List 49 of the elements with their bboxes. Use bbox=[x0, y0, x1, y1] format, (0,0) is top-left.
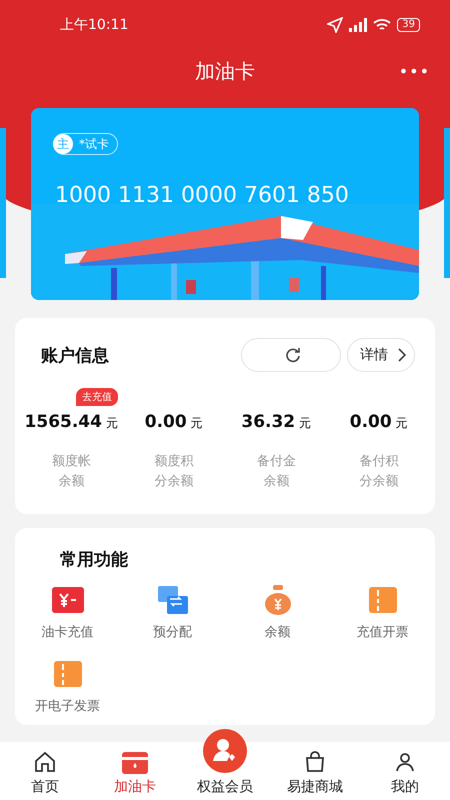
balance-amount: 0.00 元 bbox=[350, 412, 408, 432]
exchange-icon bbox=[158, 586, 188, 614]
card-name: *试卡 bbox=[79, 136, 109, 152]
nav-tab[interactable]: 我的 bbox=[360, 742, 450, 800]
bag-icon bbox=[303, 750, 327, 774]
ticket-icon bbox=[368, 587, 396, 613]
balance-label: 备付积 bbox=[359, 453, 398, 471]
signal-icon bbox=[349, 18, 368, 32]
next-card[interactable] bbox=[444, 128, 450, 278]
more-menu[interactable]: ••• bbox=[398, 62, 430, 80]
balance-label: 备付金 bbox=[256, 453, 296, 471]
balance-label: 余额 bbox=[263, 473, 290, 491]
balance-amount: 36.32 元 bbox=[241, 412, 312, 432]
section-title: 账户信息 bbox=[41, 344, 109, 366]
balance-label: 分余额 bbox=[359, 473, 398, 491]
balance-amount: 1565.44 元 bbox=[24, 412, 118, 432]
location-icon bbox=[327, 17, 344, 33]
ticket-icon bbox=[54, 661, 82, 687]
card-number: 1000 1131 0000 7601 850 bbox=[55, 183, 349, 208]
function-item[interactable]: 余额 bbox=[225, 585, 330, 641]
balance-label: 余额 bbox=[58, 473, 84, 491]
balance-amount: 0.00 元 bbox=[144, 412, 203, 432]
previous-card[interactable] bbox=[0, 128, 6, 278]
function-item[interactable]: 预分配 bbox=[120, 585, 225, 641]
balance-label: 分余额 bbox=[154, 473, 194, 491]
balance-label: 额度积 bbox=[154, 453, 194, 471]
card-icon bbox=[122, 752, 148, 774]
battery-level: 39 bbox=[397, 18, 420, 32]
nav-tab[interactable]: 易捷商城 bbox=[270, 742, 360, 800]
refresh-icon bbox=[285, 347, 301, 363]
detail-button[interactable]: 详情 bbox=[347, 338, 415, 372]
person-icon bbox=[393, 750, 417, 774]
function-item[interactable]: 油卡充值 bbox=[15, 585, 120, 641]
recharge-tag[interactable]: 去充值 bbox=[76, 388, 118, 406]
function-item[interactable]: 充值开票 bbox=[330, 585, 435, 641]
yuan-card-icon bbox=[52, 587, 84, 613]
nav-tab[interactable]: 权益会员 bbox=[180, 726, 270, 800]
home-icon bbox=[33, 750, 57, 774]
section-title: 常用功能 bbox=[60, 549, 129, 571]
money-bag-icon bbox=[264, 585, 290, 615]
nav-tab[interactable]: 加油卡 bbox=[90, 742, 180, 800]
status-time: 上午10:11 bbox=[60, 16, 128, 34]
wifi-icon bbox=[373, 18, 392, 32]
page-title: 加油卡 bbox=[195, 58, 255, 84]
refresh-button[interactable] bbox=[241, 338, 341, 372]
balance-label: 额度帐 bbox=[52, 453, 91, 471]
nav-tab[interactable]: 首页 bbox=[0, 742, 90, 800]
function-item[interactable]: 开电子发票 bbox=[15, 659, 120, 715]
chevron-right-icon bbox=[398, 348, 406, 362]
